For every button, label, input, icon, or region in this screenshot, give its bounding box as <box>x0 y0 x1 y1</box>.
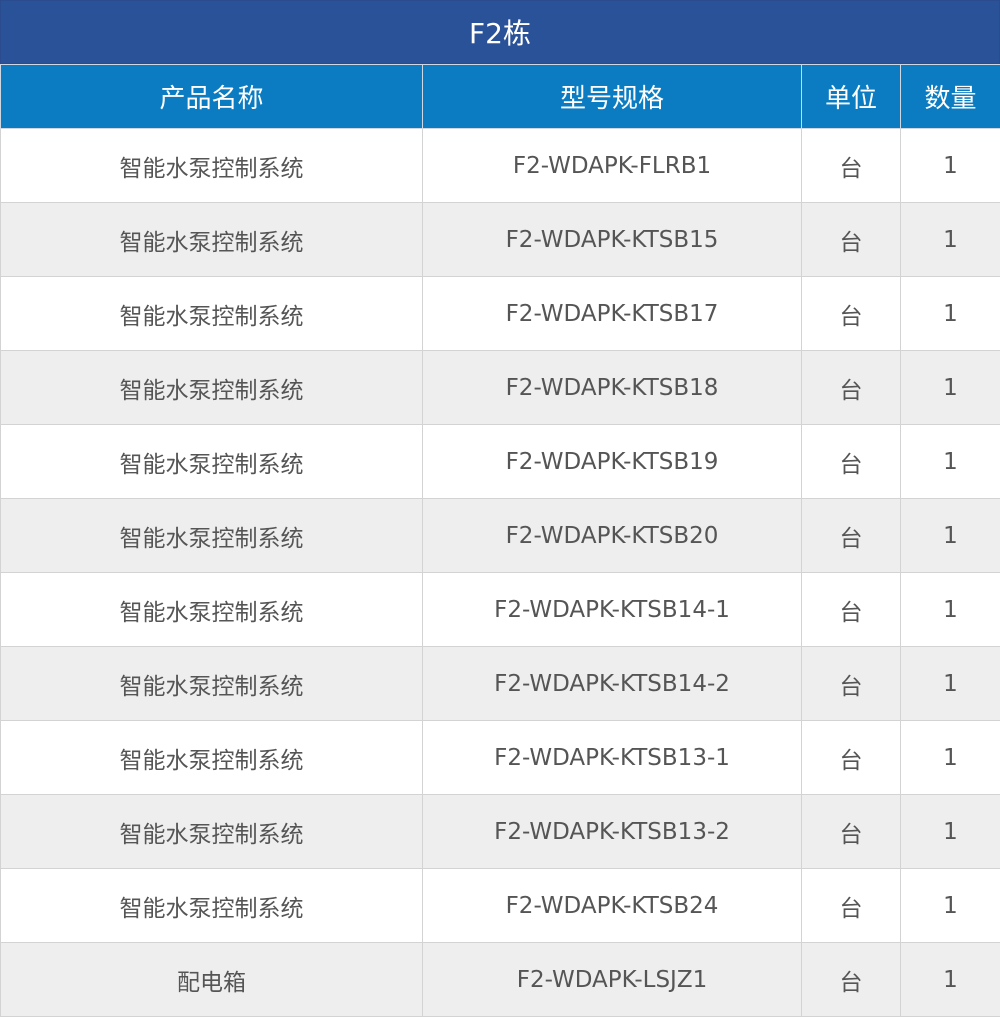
cell-product-name: 配电箱 <box>0 942 423 1017</box>
cell-product-name: 智能水泵控制系统 <box>0 868 423 943</box>
cell-model-spec: F2-WDAPK-KTSB13-2 <box>422 794 802 869</box>
cell-model-spec: F2-WDAPK-KTSB17 <box>422 276 802 351</box>
table-row: 智能水泵控制系统 F2-WDAPK-KTSB13-1 台 1 <box>0 720 1000 795</box>
cell-model-spec: F2-WDAPK-KTSB18 <box>422 350 802 425</box>
cell-model-spec: F2-WDAPK-KTSB13-1 <box>422 720 802 795</box>
product-table: 产品名称 型号规格 单位 数量 智能水泵控制系统 F2-WDAPK-FLRB1 台 1… <box>0 64 1000 1017</box>
cell-model-spec: F2-WDAPK-KTSB14-2 <box>422 646 802 721</box>
table-row: 智能水泵控制系统 F2-WDAPK-KTSB18 台 1 <box>0 350 1000 425</box>
cell-unit: 台 <box>801 868 901 943</box>
cell-unit: 台 <box>801 128 901 203</box>
cell-model-spec: F2-WDAPK-FLRB1 <box>422 128 802 203</box>
cell-quantity: 1 <box>900 572 1000 647</box>
cell-model-spec: F2-WDAPK-KTSB24 <box>422 868 802 943</box>
cell-unit: 台 <box>801 794 901 869</box>
cell-product-name: 智能水泵控制系统 <box>0 424 423 499</box>
table-row: 配电箱 F2-WDAPK-LSJZ1 台 1 <box>0 942 1000 1017</box>
cell-unit: 台 <box>801 498 901 573</box>
cell-quantity: 1 <box>900 424 1000 499</box>
cell-product-name: 智能水泵控制系统 <box>0 350 423 425</box>
cell-quantity: 1 <box>900 276 1000 351</box>
cell-product-name: 智能水泵控制系统 <box>0 646 423 721</box>
cell-quantity: 1 <box>900 498 1000 573</box>
cell-unit: 台 <box>801 572 901 647</box>
table-row: 智能水泵控制系统 F2-WDAPK-KTSB14-2 台 1 <box>0 646 1000 721</box>
cell-model-spec: F2-WDAPK-LSJZ1 <box>422 942 802 1017</box>
header-row: 产品名称 型号规格 单位 数量 <box>0 64 1000 129</box>
cell-model-spec: F2-WDAPK-KTSB20 <box>422 498 802 573</box>
cell-product-name: 智能水泵控制系统 <box>0 572 423 647</box>
cell-product-name: 智能水泵控制系统 <box>0 720 423 795</box>
cell-unit: 台 <box>801 720 901 795</box>
table-title: F2栋 <box>0 0 1000 64</box>
cell-quantity: 1 <box>900 646 1000 721</box>
cell-unit: 台 <box>801 646 901 721</box>
cell-quantity: 1 <box>900 350 1000 425</box>
table-row: 智能水泵控制系统 F2-WDAPK-KTSB20 台 1 <box>0 498 1000 573</box>
cell-unit: 台 <box>801 942 901 1017</box>
cell-unit: 台 <box>801 276 901 351</box>
header-model-spec: 型号规格 <box>422 64 802 129</box>
cell-quantity: 1 <box>900 720 1000 795</box>
cell-product-name: 智能水泵控制系统 <box>0 794 423 869</box>
cell-model-spec: F2-WDAPK-KTSB15 <box>422 202 802 277</box>
table-row: 智能水泵控制系统 F2-WDAPK-KTSB17 台 1 <box>0 276 1000 351</box>
product-table-sheet: F2栋 产品名称 型号规格 单位 数量 智能水泵控制系统 F2-WDAPK-FLR… <box>0 0 1000 1017</box>
table-row: 智能水泵控制系统 F2-WDAPK-KTSB19 台 1 <box>0 424 1000 499</box>
header-quantity: 数量 <box>900 64 1000 129</box>
table-row: 智能水泵控制系统 F2-WDAPK-KTSB24 台 1 <box>0 868 1000 943</box>
cell-product-name: 智能水泵控制系统 <box>0 498 423 573</box>
cell-unit: 台 <box>801 202 901 277</box>
cell-product-name: 智能水泵控制系统 <box>0 128 423 203</box>
header-unit: 单位 <box>801 64 901 129</box>
table-row: 智能水泵控制系统 F2-WDAPK-KTSB13-2 台 1 <box>0 794 1000 869</box>
cell-quantity: 1 <box>900 868 1000 943</box>
cell-product-name: 智能水泵控制系统 <box>0 276 423 351</box>
header-product-name: 产品名称 <box>0 64 423 129</box>
cell-quantity: 1 <box>900 128 1000 203</box>
cell-quantity: 1 <box>900 942 1000 1017</box>
cell-product-name: 智能水泵控制系统 <box>0 202 423 277</box>
table-row: 智能水泵控制系统 F2-WDAPK-KTSB15 台 1 <box>0 202 1000 277</box>
cell-quantity: 1 <box>900 202 1000 277</box>
table-row: 智能水泵控制系统 F2-WDAPK-KTSB14-1 台 1 <box>0 572 1000 647</box>
table-body: 智能水泵控制系统 F2-WDAPK-FLRB1 台 1 智能水泵控制系统 F2-WDAPK… <box>0 128 1000 1017</box>
cell-unit: 台 <box>801 424 901 499</box>
cell-model-spec: F2-WDAPK-KTSB19 <box>422 424 802 499</box>
cell-unit: 台 <box>801 350 901 425</box>
table-row: 智能水泵控制系统 F2-WDAPK-FLRB1 台 1 <box>0 128 1000 203</box>
cell-model-spec: F2-WDAPK-KTSB14-1 <box>422 572 802 647</box>
cell-quantity: 1 <box>900 794 1000 869</box>
